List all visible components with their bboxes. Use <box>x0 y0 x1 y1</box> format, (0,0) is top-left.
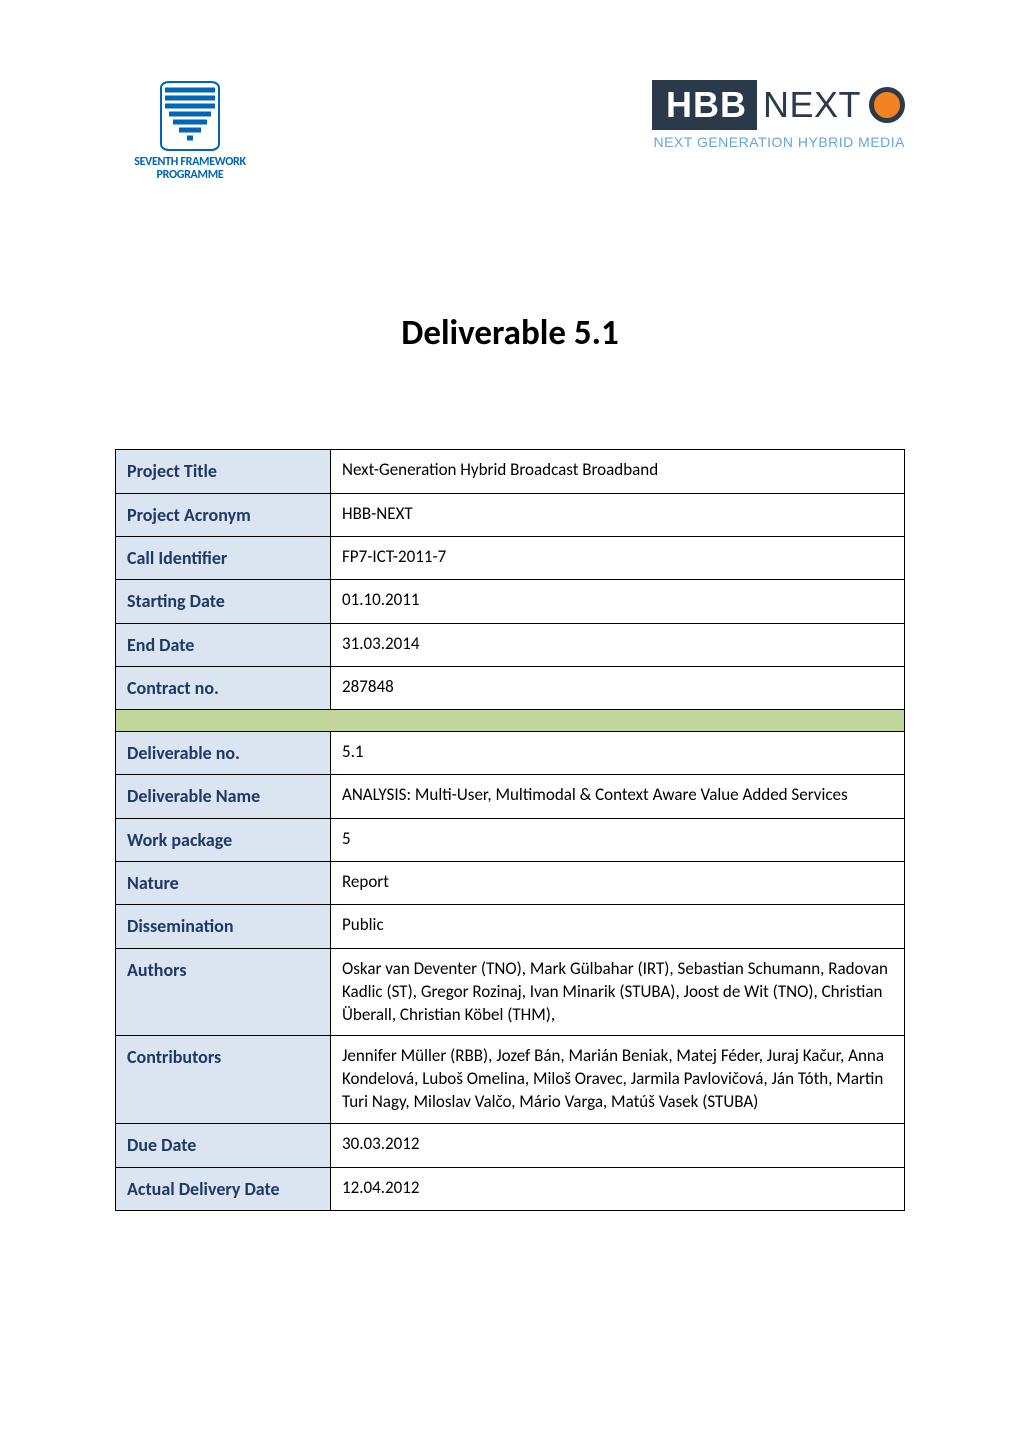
label-contributors: Contributors <box>116 1036 331 1124</box>
document-title: Deliverable 5.1 <box>115 312 905 354</box>
label-starting-date: Starting Date <box>116 580 331 623</box>
fp7-line2: PROGRAMME <box>157 168 224 182</box>
row-work-package: Work package 5 <box>116 818 905 861</box>
row-call-identifier: Call Identifier FP7-ICT-2011-7 <box>116 536 905 579</box>
row-deliverable-name: Deliverable Name ANALYSIS: Multi-User, M… <box>116 775 905 818</box>
value-nature: Report <box>331 862 905 905</box>
label-end-date: End Date <box>116 623 331 666</box>
value-project-title: Next-Generation Hybrid Broadcast Broadba… <box>331 450 905 493</box>
row-actual-delivery-date: Actual Delivery Date 12.04.2012 <box>116 1167 905 1210</box>
hbb-logo-light: NEXT <box>757 80 867 130</box>
row-contract-no: Contract no. 287848 <box>116 666 905 709</box>
value-call-identifier: FP7-ICT-2011-7 <box>331 536 905 579</box>
value-deliverable-name: ANALYSIS: Multi-User, Multimodal & Conte… <box>331 775 905 818</box>
fp7-flag-icon <box>159 80 221 152</box>
row-starting-date: Starting Date 01.10.2011 <box>116 580 905 623</box>
label-work-package: Work package <box>116 818 331 861</box>
row-project-title: Project Title Next-Generation Hybrid Bro… <box>116 450 905 493</box>
label-due-date: Due Date <box>116 1124 331 1167</box>
label-dissemination: Dissemination <box>116 905 331 948</box>
fp7-logo: SEVENTH FRAMEWORK PROGRAMME <box>115 80 265 182</box>
row-nature: Nature Report <box>116 862 905 905</box>
hbb-logo: HBB NEXT NEXT GENERATION HYBRID MEDIA <box>652 80 905 150</box>
value-deliverable-no: 5.1 <box>331 732 905 775</box>
row-due-date: Due Date 30.03.2012 <box>116 1124 905 1167</box>
hbb-dot-icon <box>869 87 905 123</box>
value-authors: Oskar van Deventer (TNO), Mark Gülbahar … <box>331 948 905 1036</box>
label-contract-no: Contract no. <box>116 666 331 709</box>
document-page: SEVENTH FRAMEWORK PROGRAMME HBB NEXT NEX… <box>0 0 1020 1271</box>
header-logos: SEVENTH FRAMEWORK PROGRAMME HBB NEXT NEX… <box>115 80 905 182</box>
fp7-line1: SEVENTH FRAMEWORK <box>134 155 246 169</box>
row-end-date: End Date 31.03.2014 <box>116 623 905 666</box>
value-starting-date: 01.10.2011 <box>331 580 905 623</box>
value-contract-no: 287848 <box>331 666 905 709</box>
value-dissemination: Public <box>331 905 905 948</box>
hbb-logo-dark: HBB <box>652 80 757 130</box>
label-project-title: Project Title <box>116 450 331 493</box>
label-project-acronym: Project Acronym <box>116 493 331 536</box>
value-actual-delivery-date: 12.04.2012 <box>331 1167 905 1210</box>
label-actual-delivery-date: Actual Delivery Date <box>116 1167 331 1210</box>
label-deliverable-name: Deliverable Name <box>116 775 331 818</box>
row-deliverable-no: Deliverable no. 5.1 <box>116 732 905 775</box>
metadata-table: Project Title Next-Generation Hybrid Bro… <box>115 449 905 1210</box>
label-nature: Nature <box>116 862 331 905</box>
section-divider <box>116 710 905 732</box>
value-project-acronym: HBB-NEXT <box>331 493 905 536</box>
row-dissemination: Dissemination Public <box>116 905 905 948</box>
hbb-tagline: NEXT GENERATION HYBRID MEDIA <box>653 134 905 150</box>
label-deliverable-no: Deliverable no. <box>116 732 331 775</box>
value-work-package: 5 <box>331 818 905 861</box>
value-contributors: Jennifer Müller (RBB), Jozef Bán, Marián… <box>331 1036 905 1124</box>
value-due-date: 30.03.2012 <box>331 1124 905 1167</box>
hbb-logo-box: HBB NEXT <box>652 80 905 130</box>
label-call-identifier: Call Identifier <box>116 536 331 579</box>
row-contributors: Contributors Jennifer Müller (RBB), Joze… <box>116 1036 905 1124</box>
label-authors: Authors <box>116 948 331 1036</box>
fp7-text: SEVENTH FRAMEWORK PROGRAMME <box>134 156 246 182</box>
row-project-acronym: Project Acronym HBB-NEXT <box>116 493 905 536</box>
value-end-date: 31.03.2014 <box>331 623 905 666</box>
row-authors: Authors Oskar van Deventer (TNO), Mark G… <box>116 948 905 1036</box>
